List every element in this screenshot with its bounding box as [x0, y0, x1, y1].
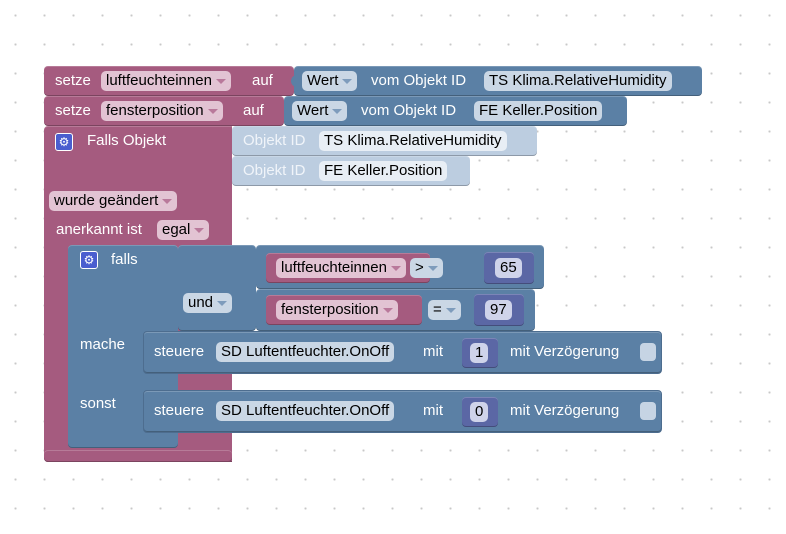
- variable-name: luftfeuchteinnen: [106, 72, 212, 89]
- set-variable-block-2[interactable]: setze fensterposition auf: [44, 96, 284, 126]
- number-value[interactable]: 0: [470, 402, 489, 422]
- condition-value: wurde geändert: [54, 192, 159, 209]
- trigger-block-footer: [44, 450, 232, 462]
- object-id-field[interactable]: SD Luftentfeuchter.OnOff: [216, 342, 395, 362]
- dropdown-arrow-icon: [217, 300, 228, 306]
- from-object-label: vom Objekt ID: [361, 102, 457, 119]
- get-value-block-1[interactable]: Wert vom Objekt ID TS Klima.RelativeHumi…: [291, 66, 702, 96]
- variable-dropdown[interactable]: fensterposition: [101, 101, 223, 121]
- value-mode: Wert: [307, 72, 339, 89]
- compare-operator-dropdown[interactable]: =: [428, 300, 461, 320]
- number-value[interactable]: 65: [495, 258, 522, 278]
- value-mode-dropdown[interactable]: Wert: [302, 71, 358, 91]
- set-keyword: setze: [55, 72, 91, 89]
- control-keyword: steuere: [154, 402, 205, 419]
- object-id-prefix: Objekt ID: [243, 162, 306, 179]
- variable-get-block[interactable]: fensterposition: [266, 295, 422, 325]
- value-mode: Wert: [297, 102, 329, 119]
- to-keyword: auf: [252, 72, 273, 89]
- number-value[interactable]: 1: [470, 343, 489, 363]
- delay-label: mit Verzögerung: [510, 343, 620, 360]
- delay-checkbox[interactable]: [640, 343, 656, 361]
- object-id-field[interactable]: FE Keller.Position: [474, 101, 603, 121]
- condition-dropdown[interactable]: wurde geändert: [49, 191, 178, 211]
- do-label: mache: [80, 336, 126, 353]
- variable-name: fensterposition: [106, 102, 204, 119]
- acknowledged-dropdown[interactable]: egal: [157, 220, 210, 240]
- dropdown-arrow-icon: [342, 78, 353, 84]
- delay-checkbox[interactable]: [640, 402, 656, 420]
- object-id-field[interactable]: TS Klima.RelativeHumidity: [319, 131, 507, 151]
- dropdown-arrow-icon: [427, 265, 438, 271]
- if-label: falls: [111, 251, 138, 268]
- set-keyword: setze: [55, 102, 91, 119]
- object-id-field[interactable]: SD Luftentfeuchter.OnOff: [216, 401, 395, 421]
- object-id-prefix: Objekt ID: [243, 132, 306, 149]
- gear-icon[interactable]: ⚙: [55, 133, 73, 151]
- else-label: sonst: [80, 395, 116, 412]
- acknowledged-label: anerkannt ist: [56, 221, 142, 238]
- logic-operator-dropdown[interactable]: und: [183, 293, 233, 313]
- trigger-object-block-1[interactable]: Objekt ID TS Klima.RelativeHumidity: [232, 126, 537, 156]
- from-object-label: vom Objekt ID: [371, 72, 467, 89]
- compare-block-2[interactable]: fensterposition = 97: [256, 289, 535, 331]
- delay-label: mit Verzögerung: [510, 402, 620, 419]
- set-variable-block-1[interactable]: setze luftfeuchteinnen auf: [44, 66, 294, 96]
- logic-operator: und: [188, 294, 214, 311]
- value-mode-dropdown[interactable]: Wert: [292, 101, 348, 121]
- control-block-do[interactable]: steuere SD Luftentfeuchter.OnOff mit 1 m…: [143, 331, 662, 374]
- number-block[interactable]: 65: [484, 252, 534, 284]
- number-block[interactable]: 1: [462, 338, 498, 368]
- dropdown-arrow-icon: [162, 198, 173, 204]
- trigger-object-block-2[interactable]: Objekt ID FE Keller.Position: [232, 156, 470, 186]
- compare-operator: =: [433, 301, 442, 318]
- logic-and-block[interactable]: und: [178, 245, 256, 331]
- compare-block-1[interactable]: luftfeuchteinnen > 65: [256, 245, 544, 289]
- dropdown-arrow-icon: [332, 108, 343, 114]
- number-value[interactable]: 97: [485, 300, 512, 320]
- connector-notch: [291, 75, 297, 87]
- with-label: mit: [423, 343, 443, 360]
- gear-icon[interactable]: ⚙: [80, 251, 98, 269]
- trigger-label: Falls Objekt: [87, 132, 167, 149]
- get-value-block-2[interactable]: Wert vom Objekt ID FE Keller.Position: [284, 96, 627, 126]
- object-id-field[interactable]: TS Klima.RelativeHumidity: [484, 71, 672, 91]
- variable-name: fensterposition: [281, 301, 379, 318]
- dropdown-arrow-icon: [207, 108, 218, 114]
- to-keyword: auf: [243, 102, 264, 119]
- number-block[interactable]: 0: [462, 397, 498, 427]
- dropdown-arrow-icon: [194, 227, 205, 233]
- acknowledged-value: egal: [162, 221, 191, 238]
- variable-get-block[interactable]: luftfeuchteinnen: [266, 253, 430, 283]
- compare-operator: >: [415, 259, 424, 276]
- variable-name: luftfeuchteinnen: [281, 259, 387, 276]
- control-keyword: steuere: [154, 343, 205, 360]
- number-block[interactable]: 97: [474, 294, 524, 326]
- dropdown-arrow-icon: [445, 307, 456, 313]
- dropdown-arrow-icon: [390, 265, 401, 271]
- variable-dropdown[interactable]: luftfeuchteinnen: [101, 71, 231, 91]
- object-id-field[interactable]: FE Keller.Position: [319, 161, 448, 181]
- variable-dropdown[interactable]: luftfeuchteinnen: [276, 258, 406, 278]
- dropdown-arrow-icon: [215, 78, 226, 84]
- dropdown-arrow-icon: [382, 307, 393, 313]
- with-label: mit: [423, 402, 443, 419]
- variable-dropdown[interactable]: fensterposition: [276, 300, 398, 320]
- compare-operator-dropdown[interactable]: >: [410, 258, 443, 278]
- control-block-else[interactable]: steuere SD Luftentfeuchter.OnOff mit 0 m…: [143, 390, 662, 433]
